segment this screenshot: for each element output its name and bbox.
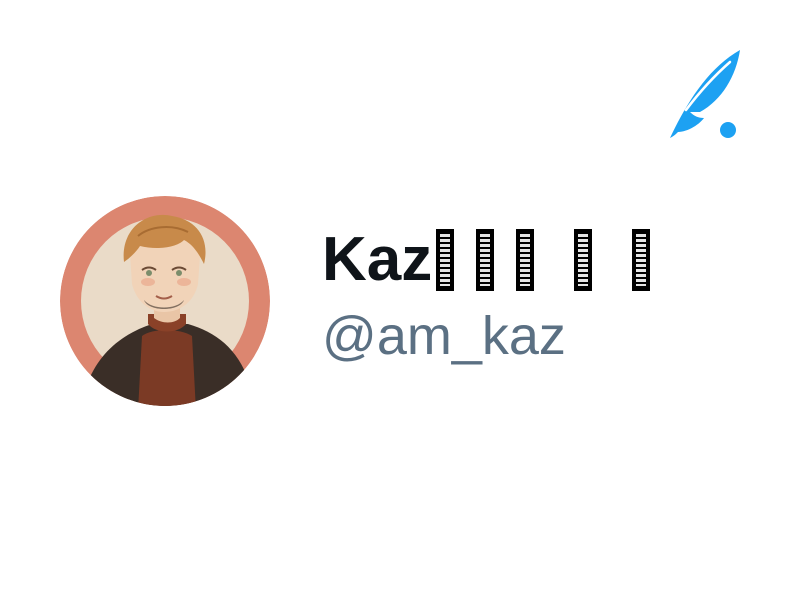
- display-name: Kaz: [322, 225, 433, 294]
- profile-card: Kaz @am_kaz: [60, 196, 740, 406]
- missing-glyph-icon: [476, 229, 495, 291]
- display-name-row: Kaz: [322, 224, 672, 296]
- missing-glyph-icon: [574, 229, 593, 291]
- missing-glyph-icon: [436, 229, 455, 291]
- feather-quill-icon: [664, 46, 744, 142]
- missing-glyph-icon: [516, 229, 535, 291]
- missing-glyph-icon: [632, 229, 651, 291]
- missing-glyph-group: [436, 229, 672, 291]
- profile-handle[interactable]: @am_kaz: [322, 304, 672, 368]
- avatar[interactable]: [60, 196, 270, 406]
- name-block: Kaz @am_kaz: [322, 224, 672, 368]
- illustrated-avatar-icon: [60, 196, 270, 406]
